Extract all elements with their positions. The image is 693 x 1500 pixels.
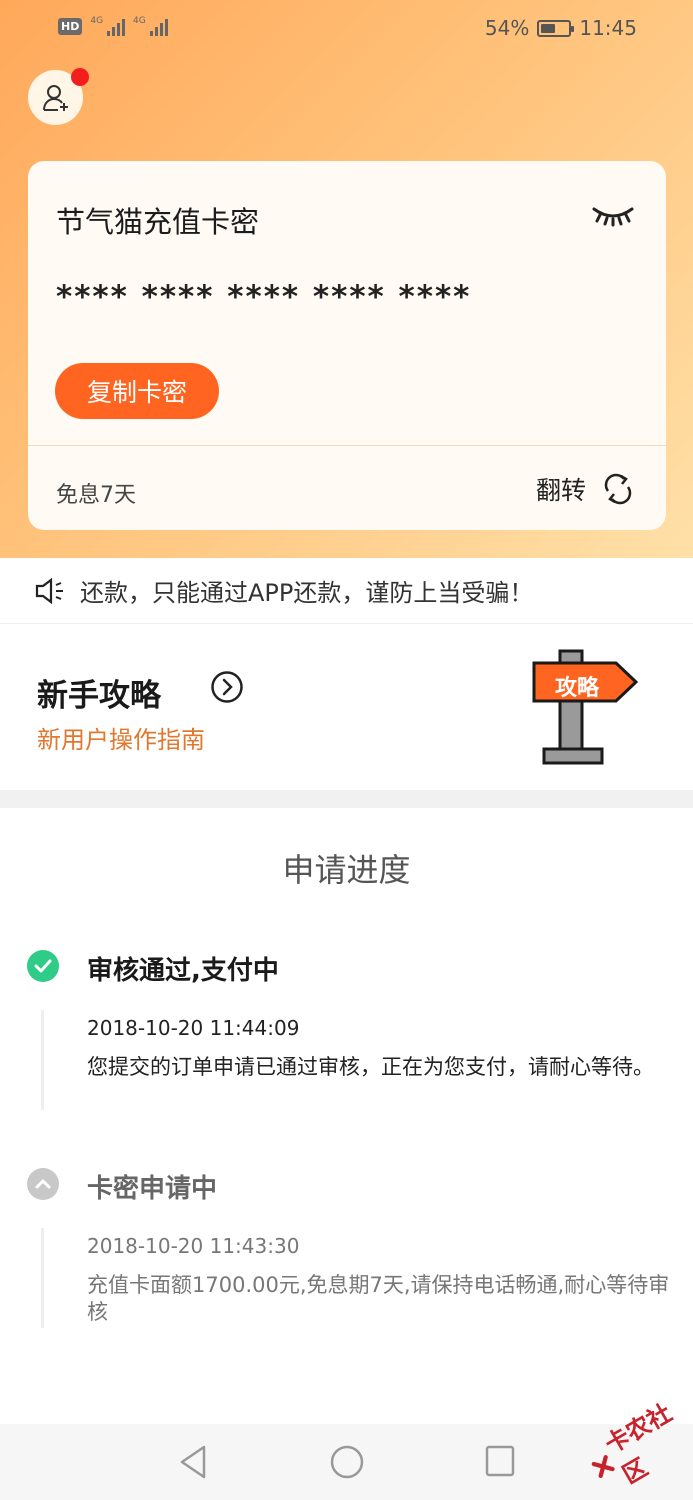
flip-label: 翻转	[535, 476, 586, 505]
step-time: 2018-10-20 11:44:09	[87, 1016, 300, 1040]
notification-dot	[71, 68, 89, 86]
step-description: 充值卡面额1700.00元,免息期7天,请保持电话畅通,耐心等待审核	[87, 1273, 670, 1324]
signpost-icon	[532, 649, 639, 765]
chevron-right-circle-icon	[211, 671, 243, 703]
signal-icon: 4G	[133, 16, 168, 36]
notice-text: 还款，只能通过APP还款，谨防上当受骗！	[80, 579, 534, 607]
add-user-button[interactable]	[28, 68, 89, 125]
signpost-label: 攻略	[555, 676, 600, 701]
step-time: 2018-10-20 11:43:30	[87, 1234, 300, 1258]
recharge-card: 节气猫充值卡密 **** **** **** **** **** 复制卡密 免息…	[28, 161, 666, 530]
step-status: 审核通过,支付中	[87, 956, 279, 986]
add-user-icon	[42, 84, 68, 111]
guide-subtitle: 新用户操作指南	[37, 726, 205, 754]
beginner-guide-banner[interactable]: 新手攻略 新用户操作指南 攻略	[0, 625, 693, 790]
check-circle-icon	[27, 950, 59, 982]
network-type-label: 4G	[133, 16, 146, 26]
timeline-line	[41, 1228, 44, 1328]
copy-card-button[interactable]: 复制卡密	[55, 363, 219, 419]
speaker-icon	[35, 577, 63, 604]
clock: 11:45	[579, 16, 637, 40]
section-divider	[0, 790, 693, 808]
back-icon[interactable]	[176, 1444, 210, 1480]
hd-badge: HD	[58, 17, 83, 35]
card-divider	[28, 445, 666, 446]
status-bar: HD 4G 4G 54% 11:45	[0, 0, 693, 56]
flip-button[interactable]: 翻转	[536, 471, 634, 507]
home-icon[interactable]	[329, 1444, 365, 1480]
signal-icon: 4G	[90, 16, 126, 36]
card-masked-number: **** **** **** **** ****	[56, 279, 472, 315]
card-title: 节气猫充值卡密	[56, 205, 260, 239]
step-status: 卡密申请中	[87, 1174, 218, 1204]
battery-percent: 54%	[484, 16, 530, 40]
eye-closed-icon	[592, 207, 634, 227]
recent-apps-icon[interactable]	[484, 1444, 516, 1478]
battery-fill	[541, 23, 556, 33]
chevron-up-circle-icon	[27, 1168, 59, 1200]
battery-icon	[537, 19, 575, 37]
toggle-visibility-button[interactable]	[592, 203, 634, 231]
interest-free-label: 免息7天	[56, 483, 136, 508]
progress-title: 申请进度	[282, 851, 411, 889]
notice-bar[interactable]: 还款，只能通过APP还款，谨防上当受骗！	[0, 558, 693, 624]
refresh-icon	[604, 473, 632, 505]
network-type-label: 4G	[90, 16, 104, 26]
step-description: 您提交的订单申请已通过审核，正在为您支付，请耐心等待。	[87, 1055, 654, 1079]
guide-title: 新手攻略	[37, 678, 161, 714]
timeline-line	[41, 1010, 44, 1110]
status-left: HD 4G 4G	[58, 16, 168, 36]
status-right: 54% 11:45	[485, 16, 637, 40]
